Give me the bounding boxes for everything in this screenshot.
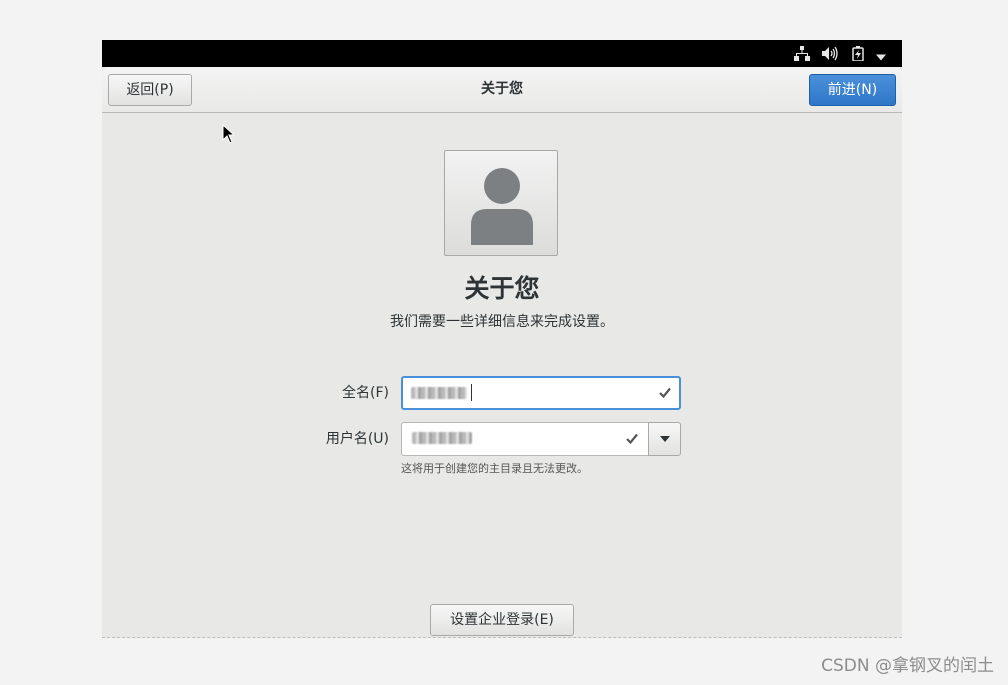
next-button[interactable]: 前进(N) <box>809 74 896 106</box>
top-bar <box>102 40 902 67</box>
username-dropdown-button[interactable] <box>648 422 681 456</box>
fullname-valid-check-icon <box>659 387 671 398</box>
avatar-button[interactable] <box>444 150 558 256</box>
screenshot-border <box>102 637 902 638</box>
network-icon[interactable] <box>794 46 810 61</box>
mouse-pointer-icon <box>222 124 234 144</box>
user-avatar-icon <box>471 168 533 245</box>
username-hint: 这将用于创建您的主目录且无法更改。 <box>401 462 588 475</box>
text-caret <box>471 384 472 401</box>
username-input[interactable] <box>401 422 649 456</box>
back-button[interactable]: 返回(P) <box>108 74 192 106</box>
fullname-redacted-text <box>411 387 467 399</box>
chevron-down-icon <box>660 436 670 442</box>
enterprise-login-button[interactable]: 设置企业登录(E) <box>430 604 574 636</box>
header-bar: 返回(P) 关于您 前进(N) <box>102 67 902 113</box>
username-label: 用户名(U) <box>325 431 389 447</box>
watermark: CSDN @拿钢叉的闰土 <box>821 656 994 676</box>
username-redacted-text <box>412 432 472 444</box>
username-valid-check-icon <box>626 433 638 444</box>
fullname-label: 全名(F) <box>342 385 389 401</box>
page-subtitle: 我们需要一些详细信息来完成设置。 <box>390 314 614 330</box>
system-menu-arrow-icon[interactable] <box>876 50 886 65</box>
setup-window: 返回(P) 关于您 前进(N) 关于您 我们需要一些详细信息来完成设置。 全名(… <box>102 40 902 638</box>
page-title: 关于您 <box>464 274 540 303</box>
header-title: 关于您 <box>481 81 523 97</box>
battery-icon[interactable] <box>852 46 864 61</box>
volume-icon[interactable] <box>822 46 839 61</box>
fullname-input[interactable] <box>401 376 681 410</box>
